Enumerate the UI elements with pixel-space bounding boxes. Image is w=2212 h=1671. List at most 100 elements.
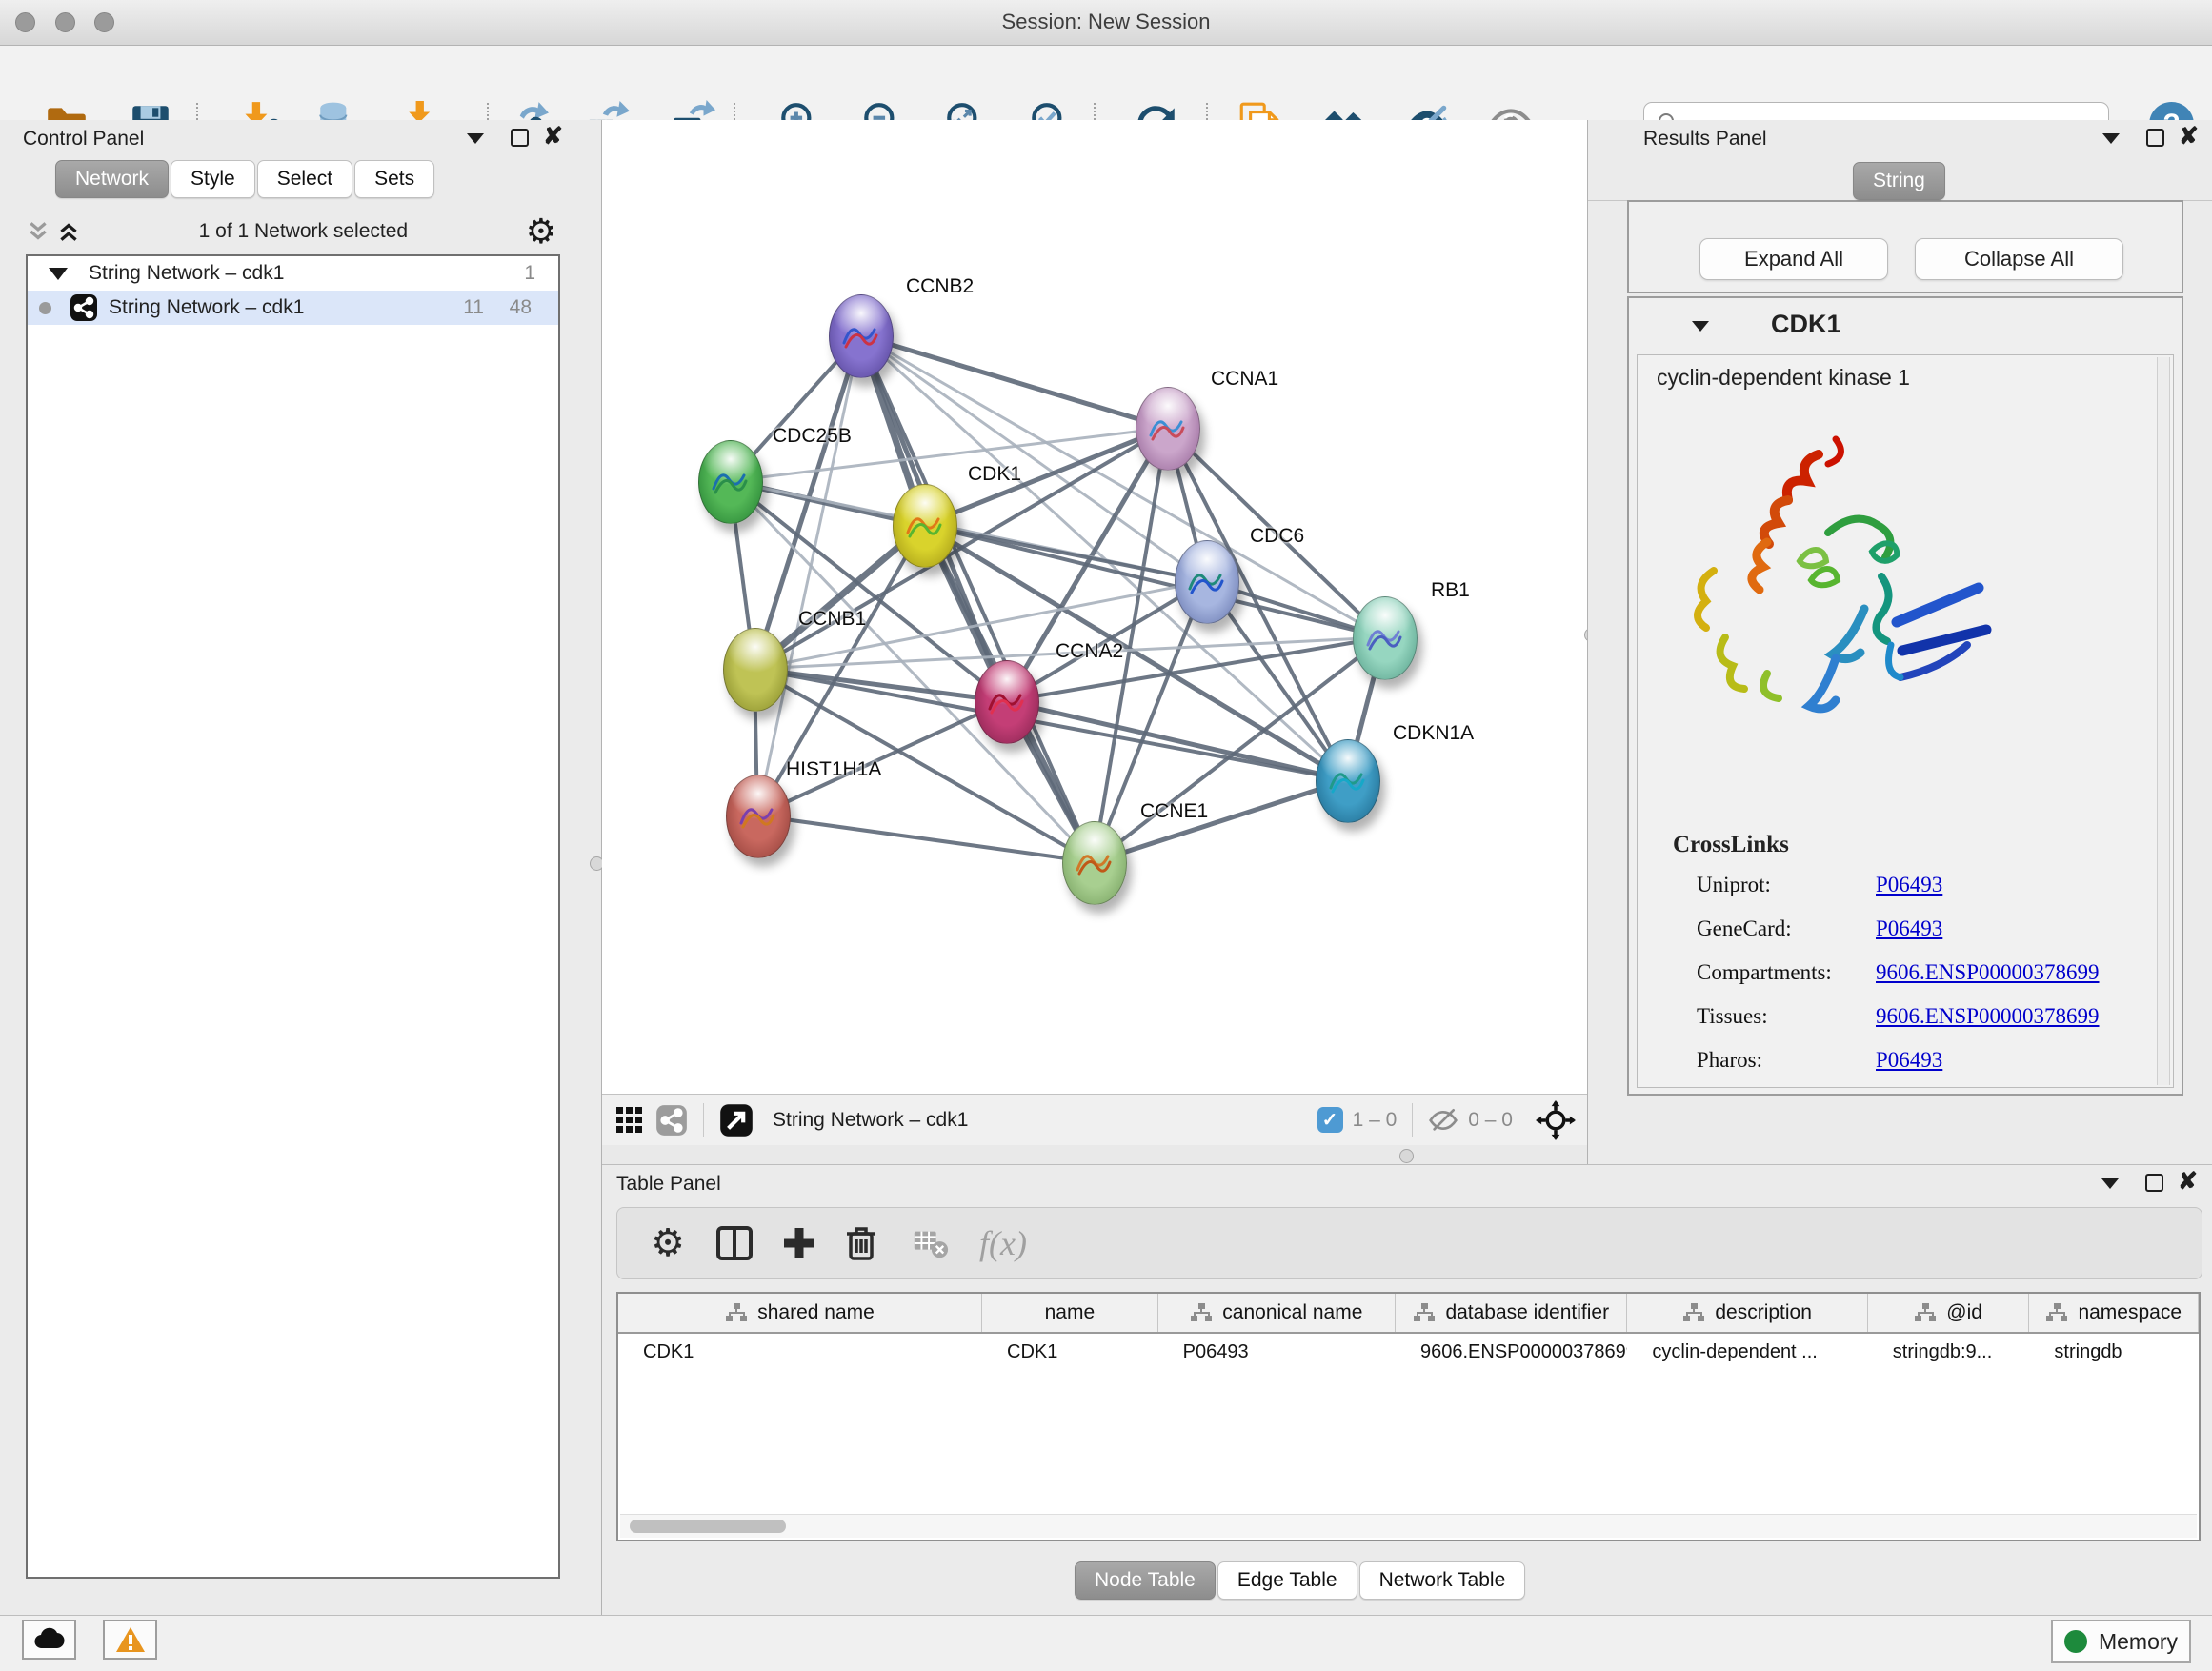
tab-select[interactable]: Select xyxy=(257,160,352,198)
network-options-gear-icon[interactable]: ⚙ xyxy=(526,214,556,249)
tab-string[interactable]: String xyxy=(1853,162,1945,200)
tab-edge-table[interactable]: Edge Table xyxy=(1217,1561,1357,1600)
warning-status-button[interactable] xyxy=(103,1620,157,1660)
node-CCNE1[interactable] xyxy=(1062,821,1127,905)
node-CDKN1A[interactable] xyxy=(1316,739,1380,823)
results-scrollbar[interactable] xyxy=(2157,357,2170,1085)
protein-ribbon-thumbnail xyxy=(735,795,781,844)
network-status-dot xyxy=(39,302,51,314)
crosslink-link[interactable]: P06493 xyxy=(1876,1048,1942,1073)
table-cell[interactable]: stringdb:9... xyxy=(1868,1334,2030,1370)
cloud-status-button[interactable] xyxy=(22,1620,76,1660)
collection-expander-icon[interactable] xyxy=(49,268,68,280)
column-header-databaseidentifier[interactable]: database identifier xyxy=(1396,1294,1627,1332)
tab-network[interactable]: Network xyxy=(55,160,169,198)
column-header-id[interactable]: @id xyxy=(1868,1294,2030,1332)
node-CCNB1[interactable] xyxy=(723,628,788,712)
column-header-description[interactable]: description xyxy=(1627,1294,1867,1332)
column-header-canonicalname[interactable]: canonical name xyxy=(1158,1294,1396,1332)
node-HIST1H1A[interactable] xyxy=(726,775,791,858)
table-cell[interactable]: stringdb xyxy=(2029,1334,2199,1370)
node-CCNA2[interactable] xyxy=(975,660,1039,744)
panel-menu-icon[interactable] xyxy=(2102,133,2120,144)
edge-CCNB1-CCNA2[interactable] xyxy=(754,669,1006,701)
edge-CCNB2-RB1[interactable] xyxy=(860,335,1384,637)
column-header-sharedname[interactable]: shared name xyxy=(618,1294,982,1332)
table-cell[interactable]: cyclin-dependent ... xyxy=(1627,1334,1867,1370)
crosslink-row: Uniprot:P06493 xyxy=(1697,873,2154,897)
node-label-CCNA1: CCNA1 xyxy=(1211,368,1278,391)
table-hscrollbar[interactable] xyxy=(620,1514,2197,1538)
edge-CDK1-RB1[interactable] xyxy=(924,525,1384,637)
node-CDK1[interactable] xyxy=(893,484,957,568)
network-row[interactable]: String Network – cdk1 11 48 xyxy=(28,291,558,325)
hidden-eye-icon[interactable] xyxy=(1428,1105,1458,1136)
status-bar: Memory xyxy=(0,1615,2212,1671)
table-cell[interactable]: P06493 xyxy=(1158,1334,1396,1370)
panel-menu-icon[interactable] xyxy=(2101,1178,2119,1189)
table-cell[interactable]: 9606.ENSP00000378699 xyxy=(1396,1334,1627,1370)
memory-button[interactable]: Memory xyxy=(2051,1620,2191,1663)
table-cell[interactable]: CDK1 xyxy=(982,1334,1158,1370)
tab-network-table[interactable]: Network Table xyxy=(1359,1561,1526,1600)
protein-ribbon-thumbnail xyxy=(1325,759,1371,809)
network-collection-row[interactable]: String Network – cdk1 1 xyxy=(28,256,558,291)
detach-view-icon[interactable] xyxy=(719,1103,754,1137)
selected-checkbox-icon[interactable]: ✓ xyxy=(1317,1107,1343,1133)
crosslink-link[interactable]: P06493 xyxy=(1876,873,1942,897)
edge-CCNB2-CCNA1[interactable] xyxy=(860,335,1167,428)
crosslink-link[interactable]: 9606.ENSP00000378699 xyxy=(1876,960,2100,985)
tab-sets[interactable]: Sets xyxy=(354,160,434,198)
panel-close-icon[interactable]: ✘ xyxy=(2178,1172,2198,1191)
table-row[interactable]: CDK1CDK1P064939606.ENSP00000378699cyclin… xyxy=(618,1334,2199,1370)
tab-style[interactable]: Style xyxy=(171,160,255,198)
fit-selected-crosshair-icon[interactable] xyxy=(1536,1100,1576,1140)
show-columns-icon[interactable] xyxy=(711,1219,758,1267)
panel-close-icon[interactable]: ✘ xyxy=(2179,127,2199,146)
edge-CDKN1A-CCNE1[interactable] xyxy=(1094,780,1347,862)
edge-CCNB2-HIST1H1A[interactable] xyxy=(757,335,860,815)
panel-float-icon[interactable] xyxy=(2145,1174,2163,1192)
node-CCNB2[interactable] xyxy=(829,294,894,378)
edge-HIST1H1A-CCNE1[interactable] xyxy=(757,815,1094,862)
function-builder-icon[interactable]: f(x) xyxy=(979,1219,1027,1267)
network-view-mode-icon[interactable] xyxy=(655,1104,688,1137)
tab-node-table[interactable]: Node Table xyxy=(1075,1561,1216,1600)
edge-CCNA2-CDKN1A[interactable] xyxy=(1006,701,1347,780)
column-header-name[interactable]: name xyxy=(982,1294,1158,1332)
crosslink-link[interactable]: 9606.ENSP00000378699 xyxy=(1876,1004,2100,1029)
table-cell[interactable]: CDK1 xyxy=(618,1334,982,1370)
protein-expander-icon[interactable] xyxy=(1692,321,1709,332)
delete-table-icon[interactable] xyxy=(906,1219,954,1267)
node-CCNA1[interactable] xyxy=(1136,387,1200,471)
node-RB1[interactable] xyxy=(1353,596,1418,680)
column-header-label: namespace xyxy=(2078,1301,2182,1324)
collapse-all-button[interactable]: Collapse All xyxy=(1915,238,2123,280)
grid-view-icon[interactable] xyxy=(613,1104,646,1137)
panel-float-icon[interactable] xyxy=(511,129,529,147)
expand-all-icon[interactable] xyxy=(56,219,81,244)
network-edges xyxy=(602,120,1587,1094)
crosslink-row: Tissues:9606.ENSP00000378699 xyxy=(1697,1004,2154,1029)
create-column-icon[interactable] xyxy=(775,1219,823,1267)
horizontal-splitter[interactable] xyxy=(602,1145,1587,1164)
crosslink-link[interactable]: P06493 xyxy=(1876,916,1942,941)
expand-all-button[interactable]: Expand All xyxy=(1699,238,1888,280)
table-options-gear-icon[interactable]: ⚙ xyxy=(644,1219,692,1267)
bottom-splitter-handle[interactable] xyxy=(1399,1149,1414,1163)
panel-close-icon[interactable]: ✘ xyxy=(543,127,563,146)
delete-column-icon[interactable] xyxy=(837,1219,885,1267)
node-CDC25B[interactable] xyxy=(698,440,763,524)
node-label-CDK1: CDK1 xyxy=(968,463,1021,486)
panel-float-icon[interactable] xyxy=(2146,129,2164,147)
node-label-CCNB1: CCNB1 xyxy=(798,608,866,631)
edge-CCNB2-CCNE1[interactable] xyxy=(860,335,1094,862)
network-canvas[interactable]: CCNB2CCNA1CDC25BCDK1CDC6RB1CCNB1CCNA2CDK… xyxy=(602,120,1587,1094)
node-CDC6[interactable] xyxy=(1175,540,1239,624)
column-header-namespace[interactable]: namespace xyxy=(2029,1294,2199,1332)
node-label-CDC25B: CDC25B xyxy=(773,425,852,448)
table-hscrollbar-thumb[interactable] xyxy=(630,1520,786,1533)
panel-menu-icon[interactable] xyxy=(467,133,484,144)
protein-ribbon-thumbnail xyxy=(902,504,948,554)
collapse-all-icon[interactable] xyxy=(26,219,50,244)
